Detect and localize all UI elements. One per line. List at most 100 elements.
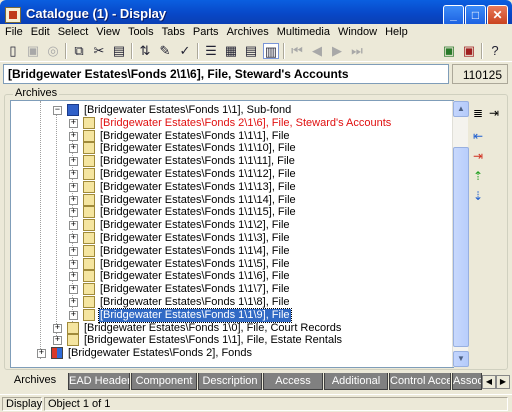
expand-icon[interactable]: + bbox=[69, 208, 78, 218]
expand-icon[interactable]: + bbox=[69, 182, 78, 192]
close-window-icon[interactable]: ▣ bbox=[461, 43, 477, 59]
tree-item-label[interactable]: [Bridgewater Estates\Fonds 1\1\1], File bbox=[99, 130, 291, 143]
tree-row[interactable]: + [Bridgewater Estates\Fonds 2\1\6], File… bbox=[11, 116, 451, 130]
sort-icon[interactable]: ⇅ bbox=[137, 43, 153, 59]
tree-item-label[interactable]: [Bridgewater Estates\Fonds 1\1\6], File bbox=[99, 270, 291, 283]
tree-item-label[interactable]: [Bridgewater Estates\Fonds 1\1\7], File bbox=[99, 283, 291, 296]
expand-icon[interactable]: + bbox=[69, 234, 78, 243]
report-icon[interactable]: ▤ bbox=[243, 43, 259, 59]
tree-row[interactable]: + [Bridgewater Estates\Fonds 1\1\5], File bbox=[11, 257, 451, 271]
menu-select[interactable]: Select bbox=[53, 24, 92, 38]
tab-access[interactable]: Access bbox=[263, 373, 323, 390]
new-icon[interactable]: ▯ bbox=[5, 43, 21, 59]
tab-archives[interactable]: Archives bbox=[4, 372, 66, 391]
minimize-button[interactable]: _ bbox=[443, 5, 464, 26]
menu-help[interactable]: Help bbox=[380, 24, 411, 38]
expand-icon[interactable]: + bbox=[69, 298, 78, 307]
tree-item-label[interactable]: [Bridgewater Estates\Fonds 1\1\8], File bbox=[99, 296, 291, 309]
tab-scroll-right-icon[interactable]: ▶ bbox=[496, 375, 510, 389]
tree-item-label[interactable]: [Bridgewater Estates\Fonds 1\1\4], File bbox=[99, 245, 291, 258]
menu-view[interactable]: View bbox=[91, 24, 123, 38]
tree-row[interactable]: + [Bridgewater Estates\Fonds 1\1\15], Fil… bbox=[11, 206, 451, 219]
tree-row[interactable]: + [Bridgewater Estates\Fonds 1\1\3], File bbox=[11, 232, 451, 245]
tree-view-icon[interactable]: ≣ bbox=[470, 105, 486, 121]
save-icon[interactable]: ▣ bbox=[25, 43, 41, 59]
copy-icon[interactable]: ⧉ bbox=[71, 43, 87, 59]
tab-scroll-left-icon[interactable]: ◀ bbox=[482, 375, 496, 389]
prev-icon[interactable]: ◀ bbox=[309, 43, 325, 59]
expand-icon[interactable]: + bbox=[69, 195, 78, 205]
expand-icon[interactable]: + bbox=[69, 131, 78, 141]
move-right-icon[interactable]: ⇥ bbox=[470, 148, 486, 164]
list-icon[interactable]: ☰ bbox=[203, 43, 219, 59]
expand-icon[interactable]: + bbox=[53, 336, 62, 346]
tab-control-access[interactable]: Control Access bbox=[389, 373, 451, 390]
expand-icon[interactable]: + bbox=[69, 259, 78, 269]
next-icon[interactable]: ▶ bbox=[329, 43, 345, 59]
tree-row[interactable]: + [Bridgewater Estates\Fonds 1\1\13], Fil… bbox=[11, 180, 451, 194]
tree-item-label[interactable]: [Bridgewater Estates\Fonds 1\1\14], File bbox=[99, 194, 297, 207]
expand-icon[interactable]: + bbox=[69, 118, 78, 128]
menu-edit[interactable]: Edit bbox=[26, 24, 53, 38]
disabled-icon[interactable]: ◎ bbox=[45, 43, 61, 59]
tree-item-label[interactable]: [Bridgewater Estates\Fonds 1\1\2], File bbox=[99, 219, 291, 232]
maximize-button[interactable]: □ bbox=[465, 5, 486, 26]
first-icon[interactable]: ⏮ bbox=[289, 43, 305, 59]
open-window-icon[interactable]: ▣ bbox=[441, 43, 457, 59]
move-down-icon[interactable]: ⇣ bbox=[470, 188, 486, 204]
move-up-icon[interactable]: ⇡ bbox=[470, 168, 486, 184]
tree-item-label[interactable]: [Bridgewater Estates\Fonds 1\0], File, C… bbox=[83, 322, 342, 335]
expand-icon[interactable]: + bbox=[69, 246, 78, 256]
export-icon[interactable]: ⇥ bbox=[486, 105, 502, 121]
tree-item-label[interactable]: [Bridgewater Estates\Fonds 1\1\10], File bbox=[99, 142, 297, 155]
record-icon[interactable]: ▥ bbox=[263, 43, 279, 59]
tree-item-label[interactable]: [Bridgewater Estates\Fonds 2\1\6], File,… bbox=[99, 117, 392, 130]
tree-row[interactable]: + [Bridgewater Estates\Fonds 1\1\6], File bbox=[11, 270, 451, 283]
tree-item-label[interactable]: [Bridgewater Estates\Fonds 2], Fonds bbox=[67, 347, 253, 360]
context-help-icon[interactable]: ? bbox=[487, 43, 503, 59]
expand-icon[interactable]: + bbox=[37, 349, 46, 359]
tree-row[interactable]: − [Bridgewater Estates\Fonds 1\1], Sub-fo… bbox=[11, 104, 451, 117]
tree-item-label[interactable]: [Bridgewater Estates\Fonds 1\1\15], File bbox=[99, 206, 297, 219]
expand-icon[interactable]: + bbox=[69, 272, 78, 282]
tree-item-label[interactable]: [Bridgewater Estates\Fonds 1\1\5], File bbox=[99, 258, 291, 271]
cut-icon[interactable]: ✂ bbox=[91, 43, 107, 59]
edit-icon[interactable]: ✎ bbox=[157, 43, 173, 59]
tree-item-label[interactable]: [Bridgewater Estates\Fonds 1\1\11], File bbox=[99, 155, 296, 168]
last-icon[interactable]: ⏭ bbox=[349, 43, 365, 59]
menu-file[interactable]: File bbox=[0, 24, 26, 38]
expand-icon[interactable]: + bbox=[69, 221, 78, 231]
tab-component[interactable]: Component bbox=[131, 373, 197, 390]
tree-row[interactable]: + [Bridgewater Estates\Fonds 1\1], File, … bbox=[11, 334, 451, 347]
tree-item-label[interactable]: [Bridgewater Estates\Fonds 1\1], File, E… bbox=[83, 334, 343, 347]
tab-ead-header[interactable]: EAD Header bbox=[68, 373, 130, 390]
tree-row[interactable]: + [Bridgewater Estates\Fonds 1\1\1], File bbox=[11, 129, 451, 143]
expand-icon[interactable]: + bbox=[69, 157, 78, 167]
menu-tabs[interactable]: Tabs bbox=[157, 24, 188, 38]
tree-row[interactable]: + [Bridgewater Estates\Fonds 1\1\12], Fil… bbox=[11, 168, 451, 181]
expand-icon[interactable]: + bbox=[69, 144, 78, 154]
tree-row[interactable]: + [Bridgewater Estates\Fonds 1\1\4], File bbox=[11, 244, 451, 258]
expand-icon[interactable]: + bbox=[69, 285, 78, 295]
collapse-icon[interactable]: − bbox=[53, 106, 62, 115]
menu-tools[interactable]: Tools bbox=[123, 24, 157, 38]
tree-item-label[interactable]: [Bridgewater Estates\Fonds 1\1\13], File bbox=[99, 181, 297, 194]
menu-parts[interactable]: Parts bbox=[188, 24, 222, 38]
tree-row[interactable]: + [Bridgewater Estates\Fonds 1\1\10], Fil… bbox=[11, 142, 451, 155]
archives-tree[interactable]: − [Bridgewater Estates\Fonds 1\1], Sub-fo… bbox=[10, 100, 454, 368]
expand-icon[interactable]: + bbox=[69, 170, 78, 179]
expand-icon[interactable]: + bbox=[69, 310, 78, 320]
scroll-thumb[interactable] bbox=[453, 147, 469, 347]
tree-item-label[interactable]: [Bridgewater Estates\Fonds 1\1], Sub-fon… bbox=[83, 104, 292, 117]
menu-window[interactable]: Window bbox=[333, 24, 380, 38]
expand-icon[interactable]: + bbox=[53, 323, 62, 333]
menu-archives[interactable]: Archives bbox=[222, 24, 272, 38]
scroll-up-icon[interactable]: ▲ bbox=[453, 101, 469, 117]
tree-row[interactable]: + [Bridgewater Estates\Fonds 1\1\11], Fil… bbox=[11, 155, 451, 168]
tree-row[interactable]: + [Bridgewater Estates\Fonds 1\1\2], File bbox=[11, 219, 451, 232]
menu-multimedia[interactable]: Multimedia bbox=[272, 24, 333, 38]
tree-row[interactable]: + [Bridgewater Estates\Fonds 1\0], File, … bbox=[11, 321, 451, 335]
tree-row[interactable]: + [Bridgewater Estates\Fonds 1\1\7], File bbox=[11, 283, 451, 296]
scroll-down-icon[interactable]: ▼ bbox=[453, 351, 469, 367]
tree-item-label[interactable]: [Bridgewater Estates\Fonds 1\1\9], File bbox=[98, 307, 292, 323]
